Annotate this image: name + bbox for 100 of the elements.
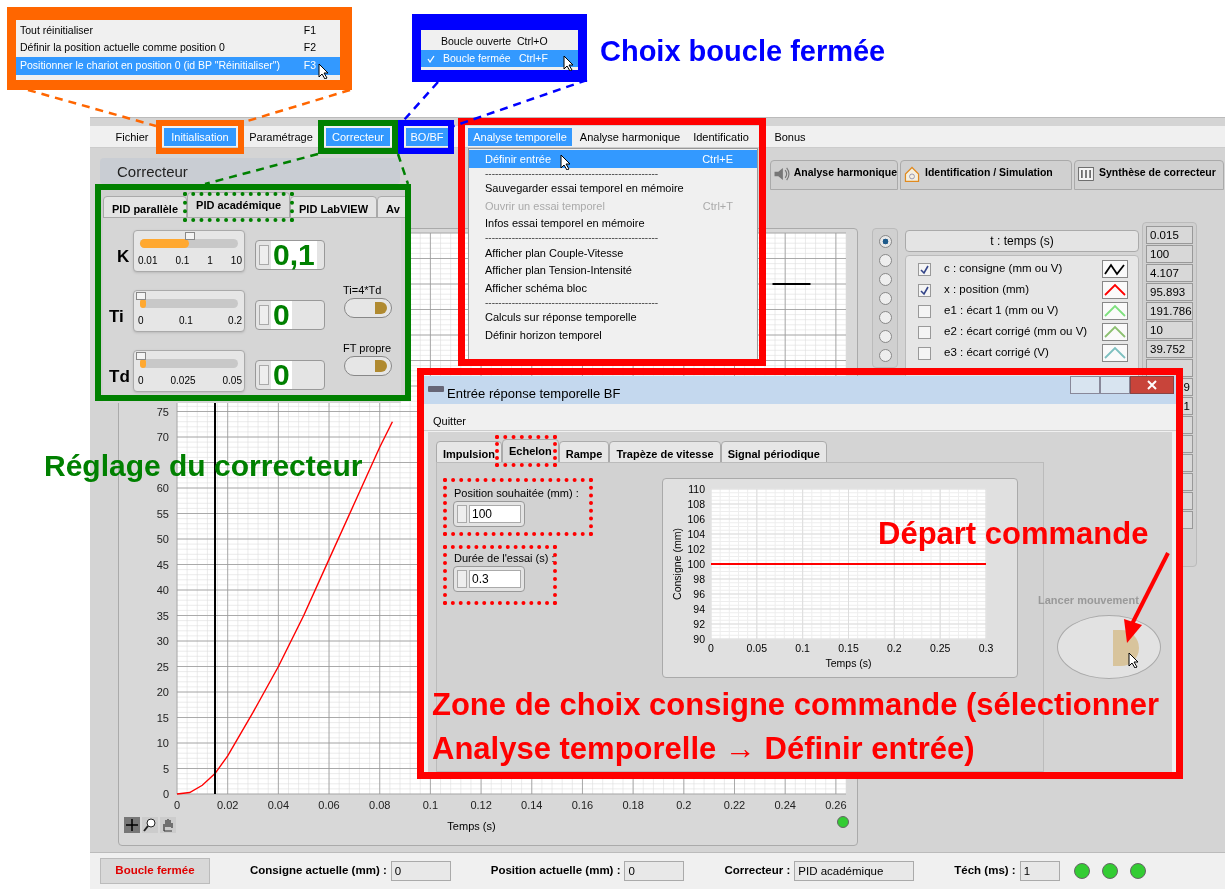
numeric-field[interactable]: 0 bbox=[255, 360, 325, 390]
menu-item[interactable]: Afficher plan Couple-Vitesse bbox=[469, 244, 757, 262]
value-field: 1 bbox=[1019, 861, 1060, 881]
radio-button[interactable] bbox=[878, 254, 892, 267]
numeric-field[interactable]: 0 bbox=[255, 300, 325, 330]
tab[interactable]: Synthèse de correcteur bbox=[1074, 160, 1224, 190]
radio-button[interactable] bbox=[878, 349, 892, 362]
radio-button[interactable] bbox=[878, 292, 892, 305]
close-icon bbox=[1147, 380, 1157, 390]
slider-thumb[interactable] bbox=[136, 352, 146, 360]
indicator-icon bbox=[375, 302, 387, 314]
y-tick-label: 108 bbox=[687, 498, 705, 510]
x-tick-label: 0.06 bbox=[318, 799, 340, 811]
y-tick-label: 55 bbox=[156, 507, 169, 520]
value-text: 191.786 bbox=[1150, 305, 1192, 317]
tab[interactable]: PID parallèle bbox=[103, 196, 188, 218]
checkbox[interactable] bbox=[918, 346, 931, 360]
tab[interactable]: Rampe bbox=[558, 441, 610, 463]
toggle-button[interactable] bbox=[344, 356, 392, 376]
menu-item[interactable]: Calculs sur réponse temporelle bbox=[469, 308, 757, 326]
menu-item[interactable]: Sauvegarder essai temporel en mémoire bbox=[469, 179, 757, 197]
legend-label: e1 : écart 1 (mm ou V) bbox=[944, 303, 1060, 319]
menu-item[interactable]: Afficher plan Tension-Intensité bbox=[469, 261, 757, 279]
spin-button[interactable] bbox=[457, 570, 467, 588]
speaker-icon bbox=[773, 165, 790, 183]
header-button[interactable]: t : temps (s) bbox=[905, 230, 1139, 252]
spin-button[interactable] bbox=[457, 505, 467, 523]
slider[interactable]: 0.01 0.1 1 10 bbox=[133, 230, 245, 272]
tab[interactable]: Analyse harmonique bbox=[770, 160, 898, 190]
menu-item[interactable]: Quitter bbox=[433, 413, 466, 430]
spin-button[interactable] bbox=[259, 305, 269, 325]
button-label: Lancer mouvement bbox=[1038, 593, 1139, 608]
menu-item[interactable]: Afficher schéma bloc bbox=[469, 279, 757, 297]
tab[interactable]: Identification / Simulation bbox=[900, 160, 1072, 190]
zoom-icon[interactable] bbox=[142, 817, 158, 833]
toggle-button[interactable] bbox=[344, 298, 392, 318]
y-tick-label: 40 bbox=[156, 584, 169, 596]
numeric-field[interactable]: 0.3 bbox=[453, 566, 525, 592]
shortcut-text: F1 bbox=[303, 22, 316, 38]
menu-item[interactable]: Analyse harmonique bbox=[576, 128, 684, 146]
menu-label: Ouvrir un essai temporel bbox=[485, 198, 605, 214]
radio-button[interactable] bbox=[878, 273, 892, 286]
menu-item[interactable]: Boucle ouverte Ctrl+O bbox=[421, 33, 578, 50]
y-tick-label: 15 bbox=[156, 711, 169, 724]
menu-item[interactable]: Fichier bbox=[110, 128, 154, 146]
y-tick-label: 0 bbox=[162, 788, 169, 800]
radio-button[interactable] bbox=[878, 330, 892, 343]
checkbox[interactable] bbox=[918, 304, 931, 318]
numeric-field[interactable]: 0,1 bbox=[255, 240, 325, 270]
numeric-field[interactable]: 100 bbox=[453, 501, 525, 527]
spin-button[interactable] bbox=[259, 245, 269, 265]
x-tick-label: 0.3 bbox=[978, 642, 994, 654]
x-axis-title: Temps (s) bbox=[825, 657, 872, 669]
checkbox[interactable] bbox=[918, 325, 931, 339]
menu-item[interactable]: Bonus bbox=[770, 128, 810, 146]
checkbox[interactable] bbox=[918, 283, 931, 297]
crosshair-icon[interactable] bbox=[124, 817, 140, 833]
tab[interactable]: Impulsion bbox=[436, 441, 502, 463]
shortcut-text: Ctrl+F bbox=[519, 50, 548, 66]
tab[interactable]: PID LabVIEW bbox=[290, 196, 378, 218]
value-text: 0,1 bbox=[271, 241, 317, 269]
spin-button[interactable] bbox=[259, 365, 269, 385]
menu-item[interactable]: Paramétrage bbox=[246, 128, 316, 146]
menu-separator: ---------------------------------------------------- bbox=[484, 167, 660, 180]
menu-item[interactable]: Infos essai temporel en mémoire bbox=[469, 214, 757, 232]
value-text: 100 bbox=[1150, 248, 1170, 260]
tick-label: 0 bbox=[138, 374, 144, 388]
menu-item[interactable]: Définir horizon temporel bbox=[469, 326, 757, 344]
tab[interactable]: Trapèze de vitesse bbox=[609, 441, 721, 463]
menu-separator: ---------------------------------------------------- bbox=[484, 296, 660, 309]
x-tick-label: 0.02 bbox=[216, 799, 239, 811]
tab-label: Identification / Simulation bbox=[925, 165, 1053, 180]
annotation-text: Zone de choix consigne commande (sélectionner Analyse temporelle → Définir entrée) bbox=[432, 686, 1159, 768]
value-text: 95.893 bbox=[1150, 286, 1186, 298]
menu-label: Sauvegarder essai temporel en mémoire bbox=[485, 181, 684, 196]
radio-button[interactable] bbox=[878, 235, 892, 248]
slider-thumb[interactable] bbox=[185, 232, 195, 240]
x-tick-label: 0 bbox=[173, 799, 181, 811]
x-tick-label: 0.2 bbox=[676, 799, 692, 811]
tab[interactable]: PID académique bbox=[187, 192, 291, 218]
slider-thumb[interactable] bbox=[136, 292, 146, 300]
menu-item[interactable]: Tout réinitialiser F1 bbox=[16, 22, 340, 40]
maximize-button[interactable] bbox=[1100, 376, 1130, 394]
checkbox[interactable] bbox=[918, 262, 931, 276]
minimize-button[interactable] bbox=[1070, 376, 1100, 394]
y-tick-label: 96 bbox=[693, 588, 705, 600]
tick-label: 1 bbox=[207, 254, 213, 268]
tab[interactable]: Signal périodique bbox=[720, 441, 827, 463]
radio-button[interactable] bbox=[878, 311, 892, 324]
slider[interactable]: 0 0.025 0.05 bbox=[133, 350, 245, 392]
tab-label: Analyse harmonique bbox=[793, 165, 897, 180]
y-tick-label: 100 bbox=[687, 558, 705, 570]
y-tick-label: 5 bbox=[162, 762, 169, 775]
close-button[interactable] bbox=[1130, 376, 1174, 394]
menu-item[interactable]: Identificatio bbox=[688, 128, 754, 146]
mode-button[interactable]: Boucle fermée bbox=[100, 858, 210, 884]
slider[interactable]: 0 0.1 0.2 bbox=[133, 290, 245, 332]
x-tick-label: 0.05 bbox=[746, 642, 768, 654]
menu-item[interactable]: Définir la position actuelle comme position 0 F2 bbox=[16, 39, 340, 57]
tab[interactable]: Echelon bbox=[501, 439, 559, 463]
